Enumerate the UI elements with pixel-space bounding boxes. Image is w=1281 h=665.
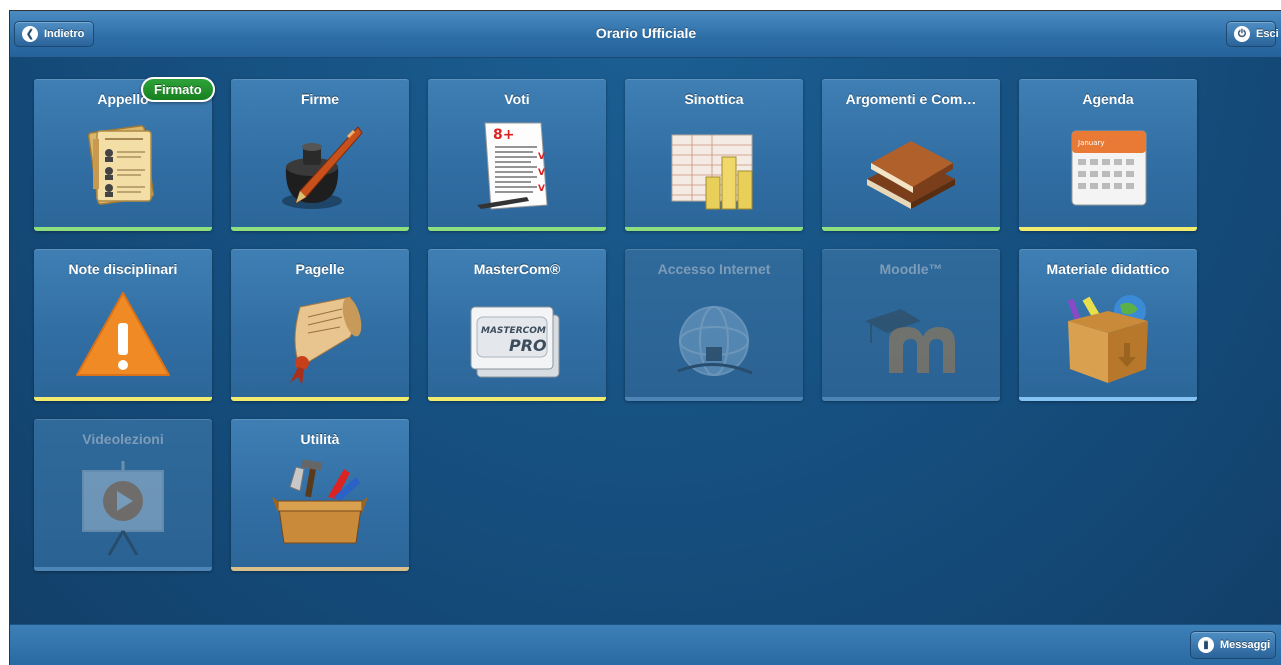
- tile-sinottica[interactable]: Sinottica: [625, 79, 803, 231]
- tile-label: Agenda: [1082, 91, 1134, 107]
- svg-text:V: V: [538, 168, 545, 178]
- app-frame: ❮ Indietro Orario Ufficiale ⏻ Esci Appel…: [9, 10, 1281, 665]
- tile-label: Argomenti e Com…: [845, 91, 977, 107]
- register-icon: [87, 125, 155, 205]
- projector-play-icon: [82, 461, 164, 556]
- svg-text:V: V: [538, 152, 545, 162]
- moodle-icon: [865, 309, 955, 373]
- tile-utilita[interactable]: Utilità: [231, 419, 409, 571]
- tile-moodle: Moodle™: [822, 249, 1000, 401]
- tile-status-bar: [1019, 227, 1197, 231]
- tile-status-bar: [34, 567, 212, 571]
- spreadsheet-chart-icon: [671, 134, 753, 210]
- exit-button[interactable]: ⏻ Esci: [1226, 21, 1279, 47]
- signed-badge: Firmato: [141, 77, 215, 102]
- tile-status-bar: [625, 227, 803, 231]
- tile-status-bar: [231, 567, 409, 571]
- toolbox-icon: [272, 459, 368, 544]
- messages-button-label: Messaggi: [1220, 639, 1271, 651]
- tile-label: Materiale didattico: [1046, 261, 1170, 277]
- tile-status-bar: [231, 397, 409, 401]
- tile-status-bar: [34, 397, 212, 401]
- globe-network-icon: [677, 306, 753, 376]
- tile-accesso-internet: Accesso Internet: [625, 249, 803, 401]
- tile-status-bar: [428, 227, 606, 231]
- inkwell-pen-icon: [282, 126, 363, 209]
- tile-firme[interactable]: Firme: [231, 79, 409, 231]
- mastercom-logo-line1: MASTERCOM: [481, 326, 546, 336]
- footer-bar: ▮ Messaggi: [10, 624, 1281, 665]
- tile-label: Voti: [504, 91, 530, 107]
- tile-label: Firme: [300, 91, 340, 107]
- mastercom-logo-line2: PRO: [509, 336, 547, 355]
- tile-argomenti[interactable]: Argomenti e Com…: [822, 79, 1000, 231]
- mastercom-pro-icon: MASTERCOM PRO: [470, 306, 560, 378]
- tile-status-bar: [822, 397, 1000, 401]
- graded-paper-icon: 8+ VVV: [477, 122, 548, 210]
- tile-materiale-didattico[interactable]: Materiale didattico: [1019, 249, 1197, 401]
- messages-button[interactable]: ▮ Messaggi: [1190, 631, 1276, 659]
- tile-agenda[interactable]: Agenda January: [1019, 79, 1197, 231]
- tile-note-disciplinari[interactable]: Note disciplinari: [34, 249, 212, 401]
- tile-status-bar: [1019, 397, 1197, 401]
- tile-label: Sinottica: [684, 91, 744, 107]
- tile-label: Pagelle: [295, 261, 345, 277]
- tile-status-bar: [625, 397, 803, 401]
- tile-status-bar: [231, 227, 409, 231]
- tile-label: Videolezioni: [82, 431, 164, 447]
- warning-icon: [76, 292, 170, 376]
- header-bar: ❮ Indietro Orario Ufficiale ⏻ Esci: [10, 11, 1281, 58]
- tile-label: MasterCom®: [473, 261, 561, 277]
- exit-button-label: Esci: [1256, 28, 1279, 40]
- tile-status-bar: [428, 397, 606, 401]
- tile-videolezioni: Videolezioni: [34, 419, 212, 571]
- calendar-icon: January: [1071, 130, 1147, 206]
- tile-label: Note disciplinari: [68, 261, 178, 277]
- power-icon: ⏻: [1234, 26, 1250, 42]
- tile-label: Utilità: [300, 431, 340, 447]
- svg-text:January: January: [1077, 139, 1105, 147]
- tile-label: Accesso Internet: [657, 261, 771, 277]
- chat-bubble-icon: ▮: [1198, 637, 1214, 653]
- tile-mastercom[interactable]: MasterCom® MASTERCOM PRO: [428, 249, 606, 401]
- tile-voti[interactable]: Voti 8+ VVV: [428, 79, 606, 231]
- svg-text:V: V: [538, 184, 545, 194]
- tile-pagelle[interactable]: Pagelle: [231, 249, 409, 401]
- scroll-icon: [290, 296, 362, 385]
- tile-status-bar: [822, 227, 1000, 231]
- books-icon: [867, 141, 955, 209]
- svg-text:8+: 8+: [493, 127, 514, 143]
- page-title: Orario Ufficiale: [595, 25, 697, 41]
- tile-label: Moodle™: [879, 261, 943, 277]
- tile-status-bar: [34, 227, 212, 231]
- box-materials-icon: [1067, 295, 1148, 383]
